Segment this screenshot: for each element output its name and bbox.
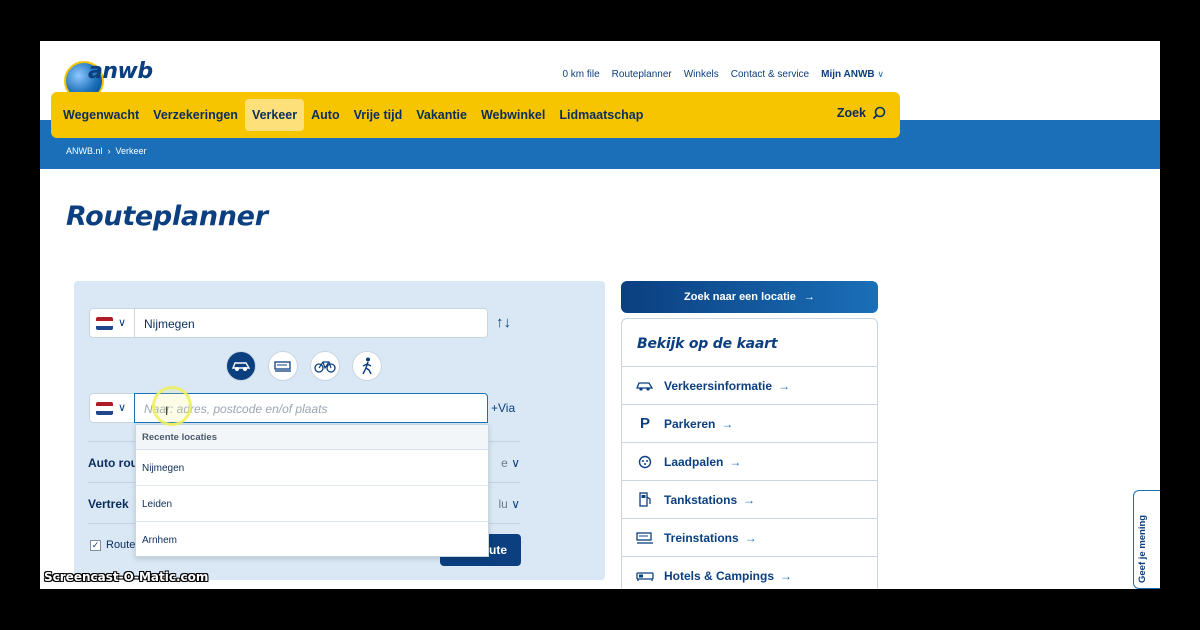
chevron-down-icon: ∨ bbox=[511, 497, 520, 511]
search-location-label: Zoek naar een locatie bbox=[684, 291, 796, 303]
nav-item-wegenwacht[interactable]: Wegenwacht bbox=[56, 99, 146, 131]
swap-icon[interactable]: ↑↓ bbox=[496, 314, 511, 331]
nav-item-webwinkel[interactable]: Webwinkel bbox=[474, 99, 552, 131]
car-icon bbox=[636, 377, 654, 395]
mode-bicycle[interactable] bbox=[310, 351, 340, 381]
chevron-down-icon: ∨ bbox=[511, 456, 520, 470]
cursor-highlight bbox=[152, 386, 192, 426]
mode-car[interactable] bbox=[226, 351, 256, 381]
top-links: 0 km file Routeplanner Winkels Contact &… bbox=[562, 69, 884, 80]
nav-item-auto[interactable]: Auto bbox=[304, 99, 346, 131]
parking-icon: P bbox=[639, 415, 650, 432]
arrow-right-icon: → bbox=[743, 492, 756, 507]
from-country-select[interactable]: ∨ bbox=[89, 308, 135, 338]
account-label: Mijn ANWB bbox=[821, 69, 875, 80]
account-menu[interactable]: Mijn ANWB ∨ bbox=[821, 69, 884, 80]
arrow-right-icon: → bbox=[721, 416, 734, 431]
search-label: Zoek bbox=[836, 106, 866, 120]
checkbox-icon: ✓ bbox=[90, 539, 101, 551]
dropdown-item[interactable]: Arnhem bbox=[136, 522, 488, 558]
arrow-right-icon: → bbox=[729, 454, 742, 469]
bed-icon bbox=[636, 567, 654, 585]
departure-value: lu ∨ bbox=[498, 497, 520, 511]
search-icon bbox=[872, 106, 886, 120]
fuel-pump-icon bbox=[636, 491, 654, 509]
map-link-verkeersinformatie[interactable]: Verkeersinformatie → bbox=[622, 367, 877, 405]
chevron-down-icon: ∨ bbox=[877, 69, 884, 79]
nav-item-vrije-tijd[interactable]: Vrije tijd bbox=[347, 99, 410, 131]
netherlands-flag-icon bbox=[96, 402, 113, 415]
map-link-tankstations[interactable]: Tankstations → bbox=[622, 481, 877, 519]
breadcrumb-home[interactable]: ANWB.nl bbox=[66, 146, 103, 156]
arrow-right-icon: → bbox=[803, 291, 815, 303]
train-icon bbox=[274, 361, 291, 372]
route-option-checkbox[interactable]: ✓ Route bbox=[90, 539, 135, 551]
text-cursor-icon: I bbox=[165, 404, 169, 418]
mode-train[interactable] bbox=[268, 351, 298, 381]
dropdown-item[interactable]: Nijmegen bbox=[136, 450, 488, 486]
arrow-right-icon: → bbox=[744, 530, 757, 545]
nav-item-vakantie[interactable]: Vakantie bbox=[409, 99, 474, 131]
map-link-treinstations[interactable]: Treinstations → bbox=[622, 519, 877, 557]
to-country-select[interactable]: ∨ bbox=[89, 393, 135, 423]
link-contact[interactable]: Contact & service bbox=[731, 69, 809, 80]
from-input[interactable]: Nijmegen bbox=[134, 308, 488, 338]
search-location-button[interactable]: Zoek naar een locatie → bbox=[621, 281, 878, 313]
map-panel-title: Bekijk op de kaart bbox=[622, 319, 877, 367]
arrow-right-icon: → bbox=[778, 378, 791, 393]
logo-text: anwb bbox=[88, 59, 153, 84]
bicycle-icon bbox=[314, 361, 336, 373]
map-panel: Bekijk op de kaart Verkeersinformatie → … bbox=[621, 318, 878, 589]
feedback-label: Geef je mening bbox=[1137, 514, 1148, 583]
breadcrumb-current[interactable]: Verkeer bbox=[116, 146, 147, 156]
browser-viewport: anwb 0 km file Routeplanner Winkels Cont… bbox=[40, 41, 1160, 589]
mode-walk[interactable] bbox=[352, 351, 382, 381]
main-nav: Wegenwacht Verzekeringen Verkeer Auto Vr… bbox=[51, 92, 900, 138]
chevron-down-icon: ∨ bbox=[118, 402, 127, 414]
netherlands-flag-icon bbox=[96, 317, 113, 330]
add-via-button[interactable]: +Via bbox=[491, 401, 515, 415]
walking-icon bbox=[362, 357, 372, 375]
map-link-parkeren[interactable]: P Parkeren → bbox=[622, 405, 877, 443]
link-file[interactable]: 0 km file bbox=[562, 69, 599, 80]
recent-locations-dropdown: Recente locaties Nijmegen Leiden Arnhem bbox=[135, 424, 489, 557]
screencast-watermark: Screencast-O-Matic.com bbox=[44, 570, 209, 584]
breadcrumb: ANWB.nl › Verkeer bbox=[66, 146, 147, 156]
route-type-value: e ∨ bbox=[501, 456, 520, 470]
nav-item-lidmaatschap[interactable]: Lidmaatschap bbox=[552, 99, 650, 131]
link-routeplanner[interactable]: Routeplanner bbox=[612, 69, 672, 80]
page-title: Routeplanner bbox=[66, 201, 268, 232]
feedback-tab[interactable]: Geef je mening bbox=[1133, 490, 1160, 589]
map-link-hotels-campings[interactable]: Hotels & Campings → bbox=[622, 557, 877, 589]
breadcrumb-separator: › bbox=[107, 146, 111, 156]
dropdown-item[interactable]: Leiden bbox=[136, 486, 488, 522]
charging-icon bbox=[636, 453, 654, 471]
departure-label: Vertrek bbox=[88, 497, 129, 511]
arrow-right-icon: → bbox=[780, 569, 793, 583]
checkbox-label: Route bbox=[106, 539, 136, 551]
search-button[interactable]: Zoek bbox=[837, 106, 886, 120]
nav-item-verzekeringen[interactable]: Verzekeringen bbox=[146, 99, 245, 131]
dropdown-header: Recente locaties bbox=[136, 425, 488, 450]
link-winkels[interactable]: Winkels bbox=[684, 69, 719, 80]
nav-item-verkeer[interactable]: Verkeer bbox=[244, 99, 305, 131]
car-icon bbox=[231, 362, 251, 371]
map-link-laadpalen[interactable]: Laadpalen → bbox=[622, 443, 877, 481]
train-icon bbox=[636, 529, 654, 547]
chevron-down-icon: ∨ bbox=[118, 317, 127, 329]
route-type-label: Auto rou bbox=[88, 456, 138, 470]
